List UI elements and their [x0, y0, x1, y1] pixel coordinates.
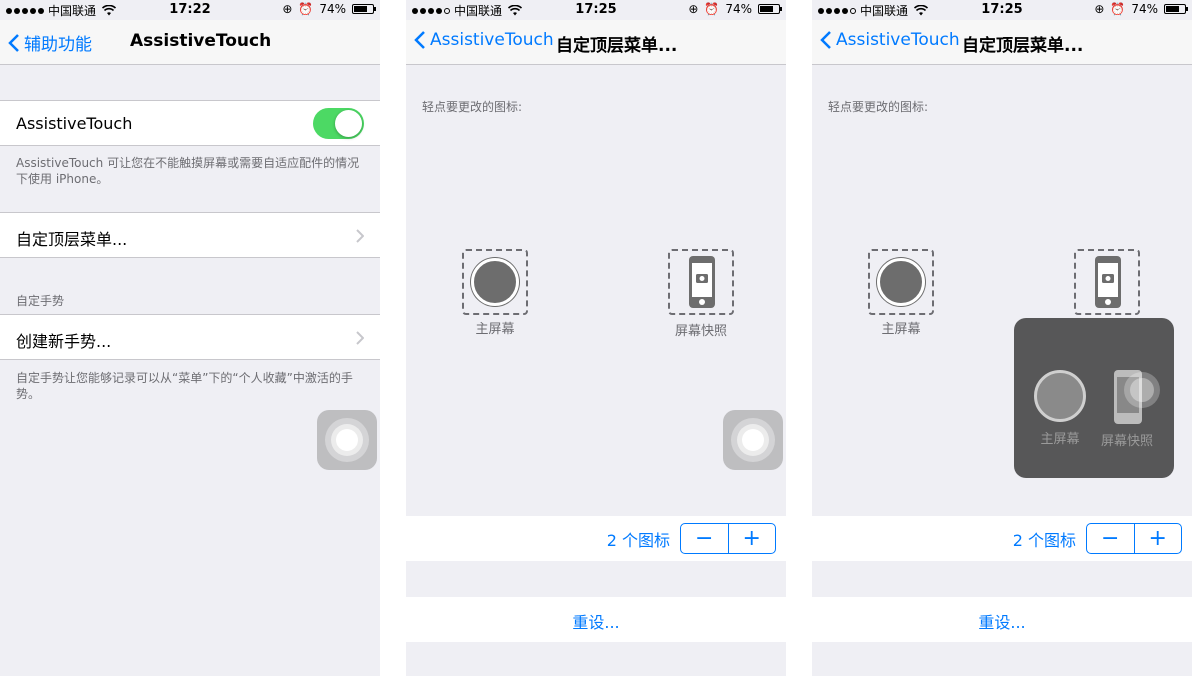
gestures-footnote: 自定手势让您能够记录可以从“菜单”下的“个人收藏”中激活的手势。	[16, 371, 353, 401]
orientation-lock-icon: ⊕	[688, 2, 699, 16]
popup-screenshot-icon[interactable]	[1112, 368, 1160, 428]
home-icon-slot[interactable]	[462, 249, 528, 315]
popup-screenshot-label: 屏幕快照	[1100, 434, 1153, 449]
increase-button[interactable]: +	[1133, 524, 1182, 553]
assistivetouch-switch[interactable]	[313, 108, 364, 139]
create-gesture-label: 创建新手势...	[16, 332, 112, 351]
back-label: AssistiveTouch	[836, 30, 960, 50]
custom-menu-row[interactable]: 自定顶层菜单...	[0, 212, 380, 258]
reset-row[interactable]: 重设...	[812, 597, 1192, 642]
custom-menu-screen-with-popup: 中国联通 17:25 ⊕ ⏰ 74% AssistiveTouch 自定顶层菜单…	[812, 0, 1192, 676]
home-icon	[877, 258, 925, 306]
battery-percent: 74%	[725, 2, 752, 16]
back-button[interactable]: AssistiveTouch	[414, 30, 554, 50]
battery-percent: 74%	[1131, 2, 1158, 16]
custom-menu-label: 自定顶层菜单...	[16, 230, 128, 249]
increase-button[interactable]: +	[727, 524, 776, 553]
home-icon	[471, 258, 519, 306]
status-bar: 中国联通 17:25 ⊕ ⏰ 74%	[812, 0, 1192, 20]
page-title: 自定顶层菜单...	[556, 36, 678, 56]
chevron-left-icon	[8, 33, 19, 52]
navigation-bar: AssistiveTouch 自定顶层菜单...	[812, 20, 1192, 65]
home-label: 主屏幕	[475, 322, 515, 337]
icon-count: 2 个图标	[606, 531, 670, 550]
custom-menu-screen: 中国联通 17:25 ⊕ ⏰ 74% AssistiveTouch 自定顶层菜单…	[406, 0, 786, 676]
alarm-icon: ⏰	[298, 2, 314, 16]
battery-icon	[1164, 4, 1188, 14]
reset-button[interactable]: 重设...	[812, 609, 1192, 633]
screenshot-icon	[689, 256, 715, 308]
back-label: AssistiveTouch	[430, 30, 554, 50]
popup-home-label: 主屏幕	[1040, 432, 1080, 447]
reset-row[interactable]: 重设...	[406, 597, 786, 642]
decrease-button[interactable]: −	[681, 524, 728, 553]
battery-percent: 74%	[319, 2, 346, 16]
home-icon-slot[interactable]	[868, 249, 934, 315]
orientation-lock-icon: ⊕	[282, 2, 293, 16]
assistivetouch-toggle-row: AssistiveTouch	[0, 100, 380, 146]
icon-count-stepper[interactable]: − +	[1086, 523, 1182, 554]
gestures-section-header: 自定手势	[16, 294, 65, 308]
battery-icon	[352, 4, 376, 14]
toggle-footnote: AssistiveTouch 可让您在不能触摸屏幕或需要自适应配件的情况下使用 …	[16, 156, 360, 186]
chevron-left-icon	[820, 31, 831, 49]
chevron-right-icon	[356, 331, 364, 345]
chevron-right-icon	[356, 229, 364, 243]
reset-button[interactable]: 重设...	[406, 609, 786, 633]
navigation-bar: AssistiveTouch 自定顶层菜单...	[406, 20, 786, 65]
icon-count-bar: 2 个图标 − +	[812, 516, 1192, 561]
toggle-label: AssistiveTouch	[16, 114, 133, 133]
hint-text: 轻点要更改的图标:	[828, 100, 929, 114]
icon-count-bar: 2 个图标 − +	[406, 516, 786, 561]
assistivetouch-menu-popup: 主屏幕 屏幕快照	[1014, 318, 1174, 478]
settings-screen-assistivetouch: 中国联通 17:22 ⊕ ⏰ 74% 辅助功能 AssistiveTouch A…	[0, 0, 380, 676]
back-label: 辅助功能	[24, 35, 92, 55]
screenshot-icon-slot[interactable]	[668, 249, 734, 315]
create-gesture-row[interactable]: 创建新手势...	[0, 314, 380, 360]
home-label: 主屏幕	[881, 322, 921, 337]
popup-home-icon[interactable]	[1034, 370, 1086, 422]
page-title: AssistiveTouch	[130, 31, 272, 51]
assistivetouch-button[interactable]	[317, 410, 377, 470]
page-title: 自定顶层菜单...	[962, 36, 1084, 56]
back-button[interactable]: AssistiveTouch	[820, 30, 960, 50]
screenshot-label: 屏幕快照	[674, 324, 727, 339]
back-button[interactable]: 辅助功能	[8, 30, 92, 55]
chevron-left-icon	[414, 31, 425, 49]
decrease-button[interactable]: −	[1087, 524, 1134, 553]
screenshot-icon-slot[interactable]	[1074, 249, 1140, 315]
alarm-icon: ⏰	[1110, 2, 1126, 16]
alarm-icon: ⏰	[704, 2, 720, 16]
icon-count-stepper[interactable]: − +	[680, 523, 776, 554]
orientation-lock-icon: ⊕	[1094, 2, 1105, 16]
battery-icon	[758, 4, 782, 14]
icon-count: 2 个图标	[1012, 531, 1076, 550]
screenshot-icon	[1095, 256, 1121, 308]
hint-text: 轻点要更改的图标:	[422, 100, 523, 114]
navigation-bar: 辅助功能 AssistiveTouch	[0, 20, 380, 65]
status-bar: 中国联通 17:22 ⊕ ⏰ 74%	[0, 0, 380, 20]
status-bar: 中国联通 17:25 ⊕ ⏰ 74%	[406, 0, 786, 20]
assistivetouch-button[interactable]	[723, 410, 783, 470]
